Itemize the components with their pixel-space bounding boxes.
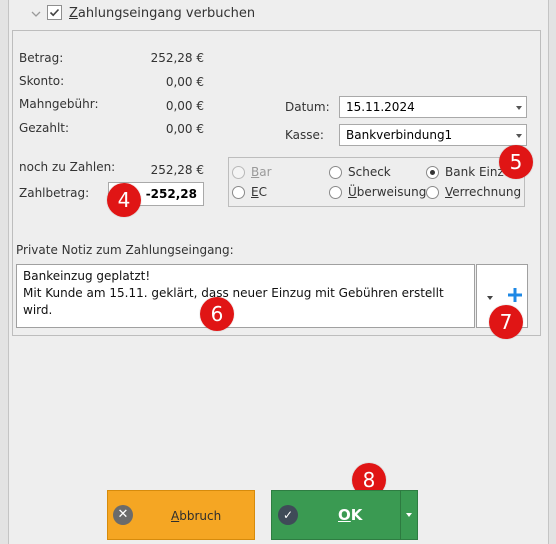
zahlbetrag-label: Zahlbetrag:	[19, 186, 90, 200]
datum-label: Datum:	[285, 100, 330, 114]
cancel-button-label: Abbruch	[171, 509, 222, 523]
gezahlt-value: 0,00 €	[165, 122, 204, 136]
ok-dropdown-button[interactable]	[400, 490, 418, 540]
notiz-line-2: Mit Kunde am 15.11. geklärt, dass neuer …	[23, 286, 444, 317]
radio-verrechnung[interactable]: Verrechnung	[426, 185, 523, 201]
mahngebuehr-label: Mahngebühr:	[19, 97, 99, 111]
kasse-value: Bankverbindung1	[346, 128, 453, 142]
ok-button-label: OK	[338, 506, 363, 524]
gezahlt-label: Gezahlt:	[19, 121, 70, 135]
radio-ueberweisung[interactable]: Überweisung	[329, 185, 427, 201]
cancel-button[interactable]: ✕ Abbruch	[107, 490, 255, 540]
radio-ec-label: EC	[251, 185, 267, 199]
notiz-label: Private Notiz zum Zahlungseingang:	[16, 243, 234, 257]
radio-circle-icon	[232, 166, 245, 179]
notiz-dropdown-arrow-icon[interactable]	[487, 296, 493, 300]
radio-selected-icon	[426, 166, 439, 179]
noch-zu-zahlen-value: 252,28 €	[150, 163, 204, 177]
radio-scheck[interactable]: Scheck	[329, 165, 419, 181]
radio-ueberweisung-label: Überweisung	[348, 185, 427, 199]
radio-bar-label: Bar	[251, 165, 272, 179]
annotation-badge-4: 4	[107, 183, 141, 217]
radio-verrechnung-label: Verrechnung	[445, 185, 522, 199]
check-circle-icon: ✓	[278, 505, 298, 525]
ok-button[interactable]: ✓ OK	[271, 490, 401, 540]
annotation-badge-7: 7	[489, 305, 523, 339]
zahlbetrag-input-value: -252,28	[145, 187, 197, 201]
window-right-edge	[548, 0, 556, 544]
window-left-edge	[0, 0, 9, 544]
notiz-line-1: Bankeinzug geplatzt!	[23, 269, 151, 283]
mahngebuehr-value: 0,00 €	[165, 99, 204, 113]
chevron-down-icon	[406, 513, 412, 517]
radio-circle-icon	[232, 186, 245, 199]
dropdown-arrow-icon	[516, 106, 522, 110]
annotation-badge-6: 6	[200, 297, 234, 331]
close-circle-icon: ✕	[113, 505, 133, 525]
skonto-value: 0,00 €	[165, 75, 204, 89]
notiz-textarea[interactable]: Bankeinzug geplatzt! Mit Kunde am 15.11.…	[16, 264, 475, 328]
betrag-label: Betrag:	[19, 51, 64, 65]
checkmark-icon	[49, 8, 60, 17]
datum-picker[interactable]: 15.11.2024	[339, 96, 527, 118]
header-checkbox[interactable]	[47, 5, 62, 20]
radio-ec[interactable]: EC	[232, 185, 302, 201]
kasse-label: Kasse:	[285, 128, 324, 142]
radio-circle-icon	[426, 186, 439, 199]
radio-scheck-label: Scheck	[348, 165, 391, 179]
annotation-badge-5: 5	[499, 145, 533, 179]
skonto-label: Skonto:	[19, 74, 65, 88]
betrag-value: 252,28 €	[150, 51, 204, 65]
datum-value: 15.11.2024	[346, 100, 415, 114]
radio-bar[interactable]: Bar	[232, 165, 302, 181]
radio-circle-icon	[329, 166, 342, 179]
noch-zu-zahlen-label: noch zu Zahlen:	[19, 160, 116, 174]
radio-circle-icon	[329, 186, 342, 199]
dropdown-arrow-icon	[516, 134, 522, 138]
header-title: Zahlungseingang verbuchen	[69, 6, 256, 21]
chevron-down-icon[interactable]	[30, 8, 42, 20]
plus-icon[interactable]	[508, 288, 522, 302]
kasse-select[interactable]: Bankverbindung1	[339, 124, 527, 146]
